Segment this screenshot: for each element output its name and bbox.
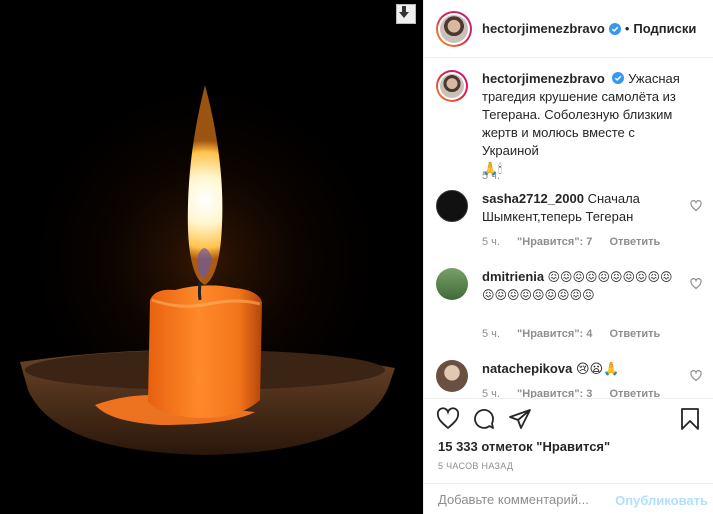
- avatar[interactable]: [436, 360, 468, 392]
- comment-item: natachepikova 😢😦🙏 5 ч. "Нравится": 3 Отв…: [436, 360, 702, 398]
- heart-icon[interactable]: [690, 200, 702, 212]
- candle-image: [0, 0, 423, 514]
- comment-username[interactable]: sasha2712_2000: [482, 191, 584, 206]
- comment-text: 😢😦🙏: [575, 361, 620, 376]
- comment-time: 5 ч.: [482, 236, 500, 248]
- comment-likes[interactable]: "Нравится": 3: [517, 388, 592, 398]
- comment-item: dmitrienia 😖😖😖😖😖😖😖😖😖😖😖😖😖😖😖😖😖😖😖 5 ч. "Нра…: [436, 268, 702, 348]
- add-comment-bar: Опубликовать: [424, 483, 713, 514]
- verified-badge-icon: [608, 22, 621, 35]
- comment-input[interactable]: [438, 492, 618, 507]
- download-icon[interactable]: [396, 4, 416, 24]
- publish-button[interactable]: Опубликовать: [615, 493, 708, 508]
- likes-count[interactable]: 15 333 отметок "Нравится": [438, 439, 610, 454]
- avatar[interactable]: [436, 70, 468, 102]
- author-username[interactable]: hectorjimenezbravo: [482, 21, 605, 36]
- bookmark-icon[interactable]: [678, 407, 702, 431]
- avatar[interactable]: [436, 10, 472, 47]
- comment-item: sasha2712_2000 Сначала Шымкент,теперь Те…: [436, 190, 702, 250]
- separator-dot: •: [624, 21, 630, 36]
- comments-list[interactable]: hectorjimenezbravo Ужасная трагедия круш…: [424, 58, 713, 398]
- comment-likes[interactable]: "Нравится": 7: [517, 236, 592, 248]
- comment-likes[interactable]: "Нравится": 4: [517, 328, 592, 340]
- post-panel: hectorjimenezbravo • Подписки hectorjime…: [423, 0, 713, 514]
- avatar[interactable]: [436, 190, 468, 222]
- comment-time: 5 ч.: [482, 388, 500, 398]
- comment-username[interactable]: dmitrienia: [482, 269, 544, 284]
- heart-icon[interactable]: [690, 370, 702, 382]
- comment-time: 5 ч.: [482, 328, 500, 340]
- verified-badge-icon: [612, 72, 625, 84]
- comment-icon[interactable]: [472, 407, 496, 431]
- heart-icon[interactable]: [690, 278, 702, 290]
- caption-time: 5 ч.: [482, 170, 500, 182]
- caption-username[interactable]: hectorjimenezbravo: [482, 71, 605, 86]
- post-photo[interactable]: [0, 0, 423, 514]
- caption: hectorjimenezbravo Ужасная трагедия круш…: [436, 70, 702, 182]
- reply-button[interactable]: Ответить: [609, 388, 660, 398]
- share-icon[interactable]: [508, 407, 532, 431]
- comment-username[interactable]: natachepikova: [482, 361, 572, 376]
- avatar[interactable]: [436, 268, 468, 300]
- reply-button[interactable]: Ответить: [609, 328, 660, 340]
- post-header: hectorjimenezbravo • Подписки: [424, 0, 713, 58]
- reply-button[interactable]: Ответить: [609, 236, 660, 248]
- post-actions: 15 333 отметок "Нравится" 5 ЧАСОВ НАЗАД …: [424, 398, 713, 514]
- heart-icon[interactable]: [436, 407, 460, 431]
- following-button[interactable]: Подписки: [633, 21, 696, 36]
- post-time: 5 ЧАСОВ НАЗАД: [438, 461, 514, 471]
